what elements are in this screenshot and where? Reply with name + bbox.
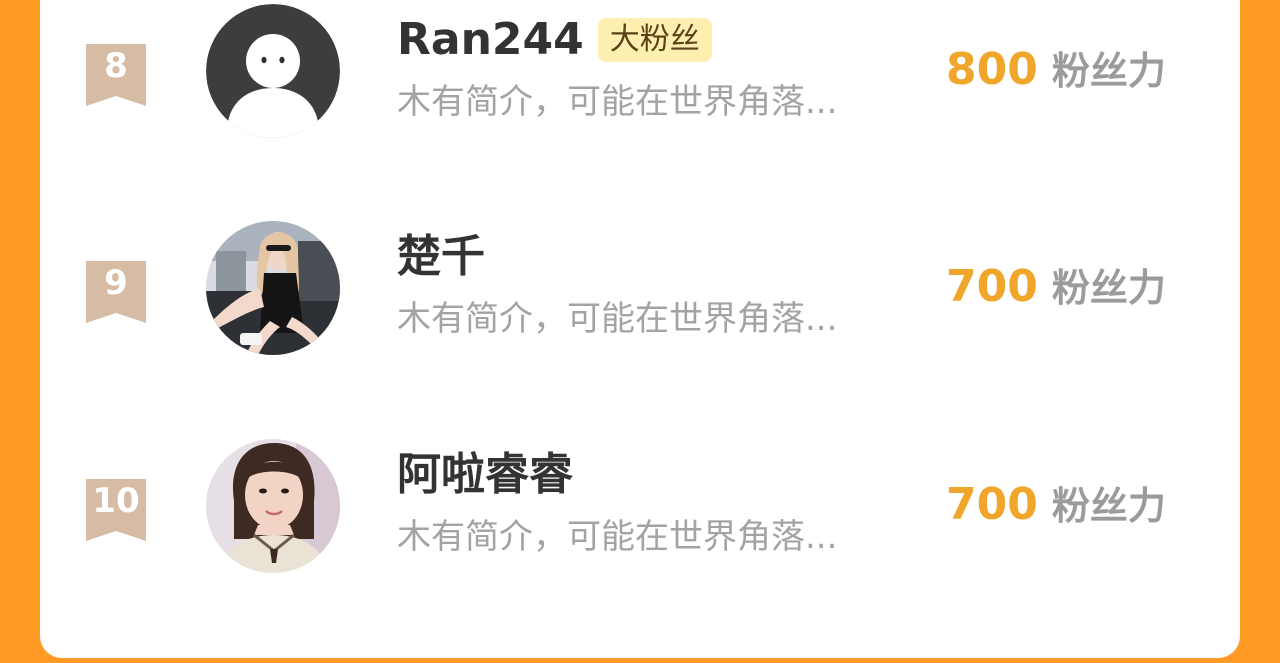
score-unit: 粉丝力: [1051, 484, 1166, 528]
user-bio: 木有简介，可能在世界角落...: [397, 82, 838, 122]
user-name[interactable]: 楚千: [397, 231, 485, 283]
user-silhouette-icon: [206, 4, 340, 138]
ranking-row[interactable]: 8 Ran244 大粉丝 木有简介，可能在世界角落... 800 粉丝力: [40, 4, 1240, 144]
fan-power-score: 800 粉丝力: [946, 42, 1166, 98]
rank-ribbon-icon: 8: [86, 44, 146, 106]
rank-number: 10: [92, 481, 140, 521]
score-unit: 粉丝力: [1051, 49, 1166, 93]
avatar[interactable]: [206, 4, 340, 138]
ranking-row[interactable]: 9 楚千 木有简介，可能在世界角落... 700 粉丝力: [40, 221, 1240, 361]
score-value: 800: [946, 44, 1038, 95]
fan-power-score: 700 粉丝力: [946, 477, 1166, 533]
user-photo-icon: [206, 221, 340, 355]
fan-power-score: 700 粉丝力: [946, 259, 1166, 315]
user-name[interactable]: Ran244: [397, 14, 584, 66]
fan-level-badge: 大粉丝: [597, 18, 712, 62]
rank-ribbon-icon: 9: [86, 261, 146, 323]
ranking-row[interactable]: 10 阿啦睿睿 木有简介，可能在世界角落... 700 粉丝力: [40, 439, 1240, 579]
user-bio: 木有简介，可能在世界角落...: [397, 517, 838, 557]
rank-ribbon-icon: 10: [86, 479, 146, 541]
fan-ranking-card: 8 Ran244 大粉丝 木有简介，可能在世界角落... 800 粉丝力 9 楚…: [40, 0, 1240, 658]
score-unit: 粉丝力: [1051, 266, 1166, 310]
user-bio: 木有简介，可能在世界角落...: [397, 299, 838, 339]
user-photo-icon: [206, 439, 340, 573]
score-value: 700: [946, 479, 1038, 530]
avatar[interactable]: [206, 221, 340, 355]
rank-number: 9: [104, 263, 128, 303]
score-value: 700: [946, 261, 1038, 312]
avatar[interactable]: [206, 439, 340, 573]
rank-number: 8: [104, 46, 128, 86]
user-name[interactable]: 阿啦睿睿: [397, 449, 573, 501]
